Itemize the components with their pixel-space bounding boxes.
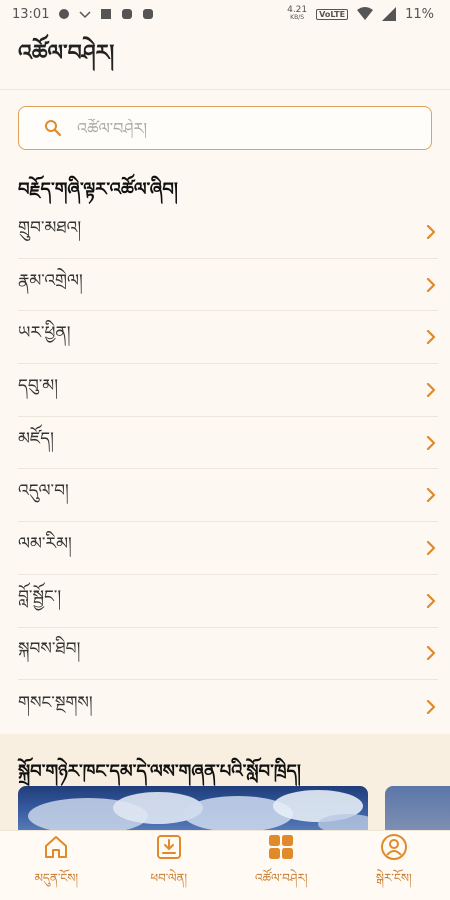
chevron-right-icon (426, 540, 436, 555)
status-bar: 13:01 4.21 KB/S VoLTE 11% (0, 0, 450, 28)
list-item-label: ལམ་རིམ། (18, 533, 72, 554)
chevron-right-icon (426, 646, 436, 661)
app-icon (122, 9, 133, 19)
list-item[interactable]: འདུལ་བ། (18, 469, 438, 523)
speed-value: 4.21 (287, 5, 308, 15)
chevron-right-icon (426, 488, 436, 503)
list-item[interactable]: ཡར་ཕྱིན། (18, 311, 438, 365)
nav-home[interactable]: མདུན་ངོས། (0, 833, 112, 899)
search-input[interactable] (77, 118, 377, 138)
list-item-label: མཛོད། (18, 428, 54, 449)
status-right: 4.21 KB/S VoLTE 11% (287, 6, 434, 22)
signal-icon (382, 7, 397, 21)
page-title: འཚོལ་བཤེར། (18, 40, 115, 66)
download-icon (156, 834, 181, 859)
list-item[interactable]: གྲུབ་མཐའ། (18, 206, 438, 259)
list-item[interactable]: དབུ་མ། (18, 364, 438, 417)
chevron-right-icon (426, 277, 436, 292)
promo-card-2[interactable] (385, 786, 450, 830)
chevron-right-icon (426, 382, 436, 397)
cloud-image (28, 790, 368, 830)
status-left: 13:01 (12, 7, 154, 22)
search-icon (45, 120, 62, 137)
battery-level: 11% (405, 6, 434, 22)
nav-home-label: མདུན་ངོས། (34, 870, 79, 885)
promo-section: སྐྲོབ་གཉེར་ཁང་དམ་དེ་ལས་གཞན་པའི་སློབ་ཁྲིད… (0, 734, 450, 830)
nav-search-label: འཚོལ་བཤེར། (254, 870, 308, 885)
chevron-right-icon (426, 699, 436, 714)
nav-profile[interactable]: སྒེར་ངོས། (338, 833, 450, 899)
nav-profile-label: སྒེར་ངོས། (375, 870, 412, 885)
nav-download-label: ཕབ་ལེན། (150, 870, 188, 885)
list-item-label: སྐབས་ཐིབ། (18, 639, 81, 660)
list-item-label: རྣམ་འགྲེལ། (18, 270, 83, 291)
search-box[interactable] (18, 106, 432, 150)
notification-icon (59, 9, 70, 19)
list-item-label: ཡར་ཕྱིན། (18, 323, 71, 344)
promo-card[interactable] (18, 786, 368, 830)
list-item-label: འདུལ་བ། (18, 481, 69, 502)
chevron-right-icon (426, 435, 436, 450)
volte-badge: VoLTE (316, 8, 349, 20)
list-item[interactable]: མཛོད། (18, 417, 438, 470)
list-item[interactable]: རྣམ་འགྲེལ། (18, 259, 438, 312)
list-item-label: གྲུབ་མཐའ། (18, 217, 82, 238)
chevron-right-icon (426, 330, 436, 345)
nav-search[interactable]: འཚོལ་བཤེར། (225, 833, 337, 899)
status-time: 13:01 (12, 6, 50, 22)
list-item-label: བློ་སྦྱོང་། (18, 586, 62, 607)
category-list: གྲུབ་མཐའ། རྣམ་འགྲེལ། ཡར་ཕྱིན། དབུ་མ། མཛོ… (18, 206, 438, 733)
list-item[interactable]: གསང་སྔགས། (18, 680, 438, 733)
grid-icon (269, 834, 294, 859)
list-item[interactable]: ལམ་རིམ། (18, 522, 438, 575)
bottom-nav: མདུན་ངོས། ཕབ་ལེན། འཚོལ་བཤེར། སྒེར་ངོས། (0, 830, 450, 900)
home-icon (45, 835, 68, 858)
list-item-label: དབུ་མ། (18, 375, 59, 396)
chevron-right-icon (426, 224, 436, 239)
network-speed: 4.21 KB/S (287, 6, 307, 22)
list-item[interactable]: སྐབས་ཐིབ། (18, 628, 438, 681)
wifi-icon (357, 7, 374, 20)
profile-icon (380, 833, 407, 860)
speed-unit: KB/S (290, 14, 305, 21)
missed-call-icon (79, 11, 91, 19)
page-header: འཚོལ་བཤེར། (0, 28, 450, 90)
list-item[interactable]: བློ་སྦྱོང་། (18, 575, 438, 628)
app-icon-2 (143, 9, 154, 19)
image-icon (101, 9, 112, 19)
list-item-label: གསང་སྔགས། (18, 692, 93, 713)
nav-download[interactable]: ཕབ་ལེན། (113, 833, 225, 899)
chevron-right-icon (426, 593, 436, 608)
